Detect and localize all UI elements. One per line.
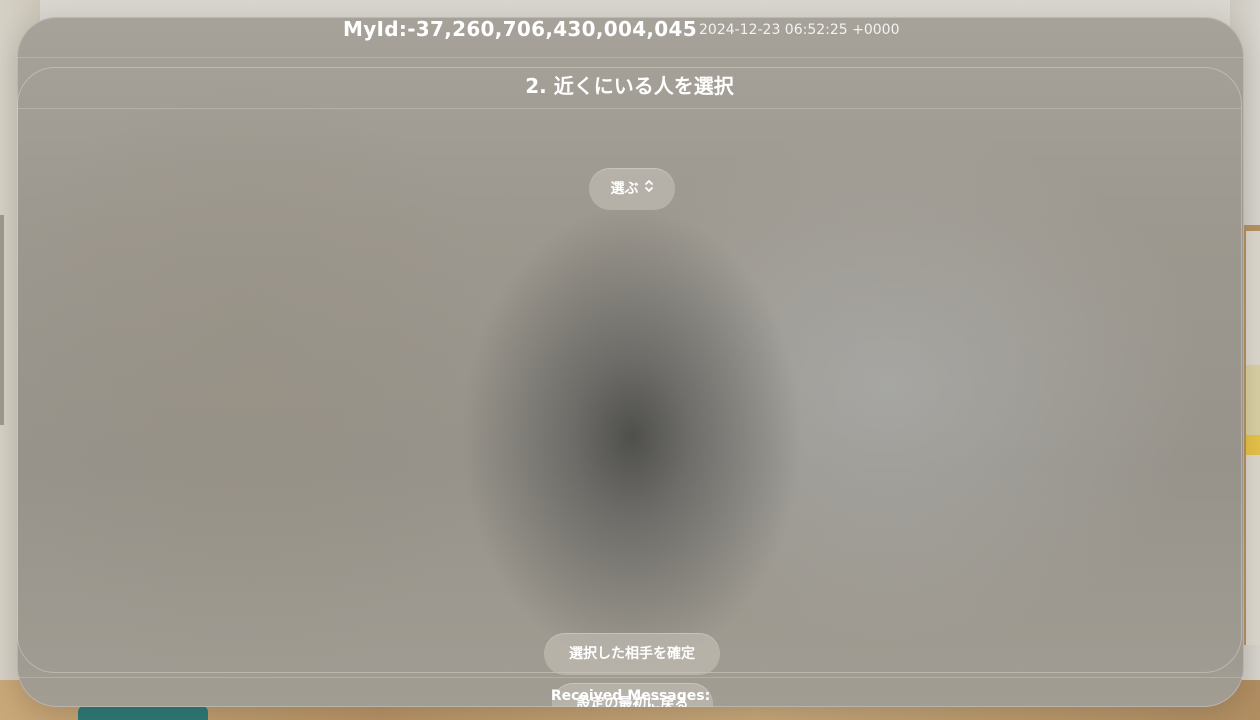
top-bar: MyId:-37,260,706,430,004,045 2024-12-23 …: [17, 17, 1244, 58]
picker-label: 選ぶ: [610, 181, 639, 197]
timestamp-label: 2024-12-23 06:52:25 +0000: [699, 22, 900, 38]
panel-title: 2. 近くにいる人を選択: [525, 74, 734, 98]
divider: [17, 677, 1244, 678]
choose-picker-button[interactable]: 選ぶ: [589, 168, 675, 210]
my-id-label: MyId:-37,260,706,430,004,045: [343, 17, 697, 41]
teal-object: [78, 706, 208, 720]
panel-header: 2. 近くにいる人を選択: [18, 68, 1241, 109]
selection-panel: 2. 近くにいる人を選択 選ぶ 選択した相手を確定 設定の最初に戻る: [17, 67, 1242, 707]
app-window: MyId:-37,260,706,430,004,045 2024-12-23 …: [17, 17, 1244, 707]
chevron-up-down-icon: [644, 168, 654, 210]
confirm-selection-button[interactable]: 選択した相手を確定: [544, 633, 720, 675]
received-messages-heading: Received Messages:: [550, 688, 711, 704]
bookshelf: [1244, 225, 1260, 645]
door-frame: [0, 215, 4, 425]
